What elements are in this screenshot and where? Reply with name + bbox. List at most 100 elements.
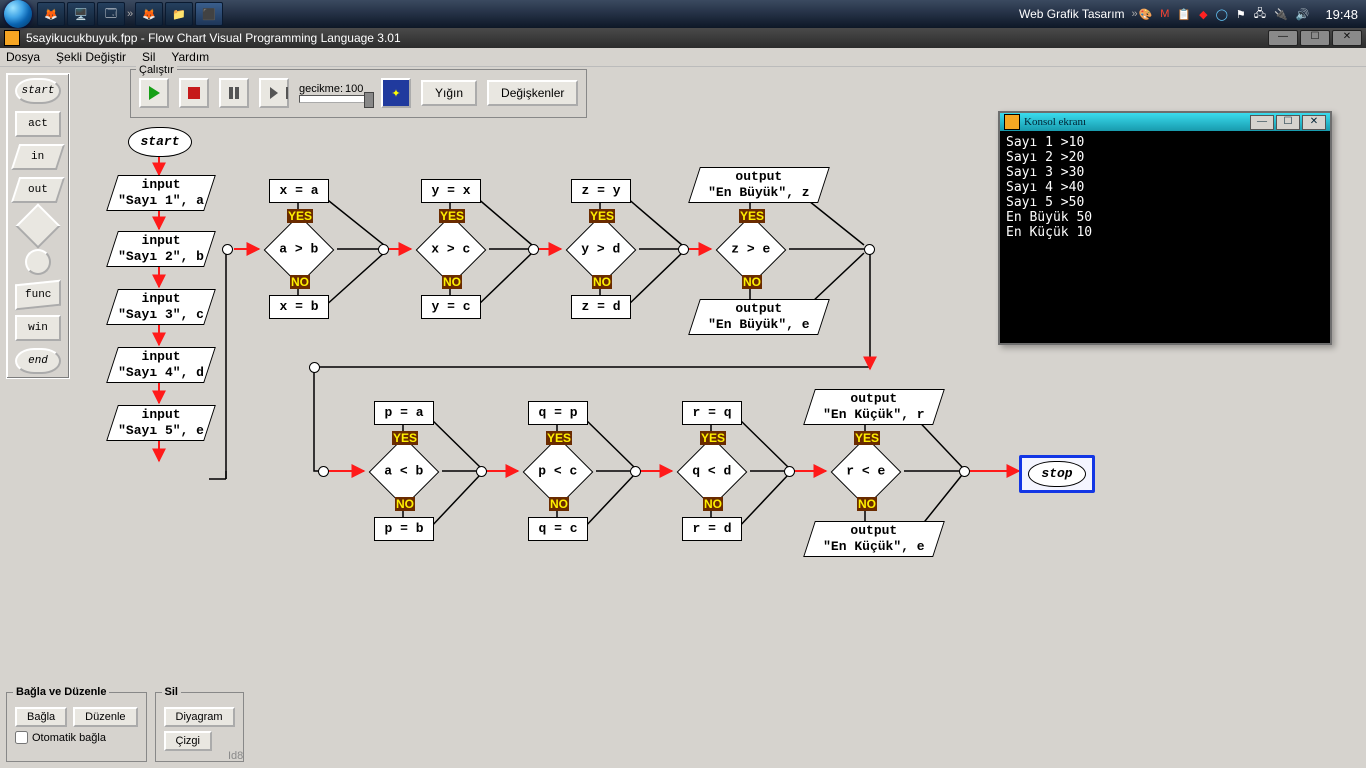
connector-dot[interactable]	[378, 244, 389, 255]
node-small-yes-3[interactable]: r = q	[682, 401, 742, 425]
run-legend: Çalıştır	[136, 64, 177, 76]
palette-win[interactable]: win	[15, 315, 61, 341]
tag-yes: YES	[546, 431, 572, 445]
node-input-1[interactable]: input"Sayı 1", a	[106, 175, 216, 211]
variables-button[interactable]: Değişkenler	[487, 80, 578, 106]
palette-start[interactable]: start	[15, 78, 61, 104]
window-close[interactable]: ✕	[1332, 30, 1362, 46]
console-icon	[1004, 114, 1020, 130]
connector-dot[interactable]	[476, 466, 487, 477]
taskbar-app-1[interactable]: 🦊	[37, 2, 65, 26]
connector-dot[interactable]	[959, 466, 970, 477]
node-big-yes-3[interactable]: z = y	[571, 179, 631, 203]
status-id: Id8	[228, 750, 243, 762]
palette-act[interactable]: act	[15, 111, 61, 137]
run-play-button[interactable]	[139, 78, 169, 108]
menu-sekli-degistir[interactable]: Şekli Değiştir	[56, 50, 126, 64]
menu-yardim[interactable]: Yardım	[171, 50, 209, 64]
window-title: 5sayikucukbuyuk.fpp - Flow Chart Visual …	[26, 31, 401, 45]
menu-dosya[interactable]: Dosya	[6, 50, 40, 64]
titlebar: 5sayikucukbuyuk.fpp - Flow Chart Visual …	[0, 28, 1366, 48]
connector-dot[interactable]	[528, 244, 539, 255]
node-small-no-2[interactable]: q = c	[528, 517, 588, 541]
node-big-yes-out[interactable]: output"En Büyük", z	[688, 167, 830, 203]
connector-dot[interactable]	[630, 466, 641, 477]
node-stop[interactable]: stop	[1019, 455, 1095, 493]
tray-icon-2[interactable]: M	[1160, 8, 1169, 20]
node-input-3[interactable]: input"Sayı 3", c	[106, 289, 216, 325]
node-big-no-3[interactable]: z = d	[571, 295, 631, 319]
taskbar-app-explorer[interactable]: 📁	[165, 2, 193, 26]
node-start[interactable]: start	[128, 127, 192, 157]
window-maximize[interactable]: ☐	[1300, 30, 1330, 46]
tray-icon-net[interactable]: 🖧	[1254, 5, 1266, 24]
console-titlebar[interactable]: Konsol ekranı — ☐ ✕	[1000, 113, 1330, 131]
tray-icon-4[interactable]: ◆	[1199, 8, 1207, 21]
stack-button[interactable]: Yığın	[421, 80, 477, 106]
taskbar-app-flowchart[interactable]: ⬛	[195, 2, 223, 26]
node-big-no-1[interactable]: x = b	[269, 295, 329, 319]
connector-dot[interactable]	[864, 244, 875, 255]
tag-yes: YES	[700, 431, 726, 445]
console-maximize[interactable]: ☐	[1276, 115, 1300, 130]
palette-in[interactable]: in	[11, 144, 65, 170]
node-small-yes-1[interactable]: p = a	[374, 401, 434, 425]
node-small-no-out[interactable]: output"En Küçük", e	[803, 521, 945, 557]
taskbar-app-3[interactable]: 🗔	[97, 2, 125, 26]
tray-icon-vol[interactable]: 🔊	[1296, 8, 1310, 21]
auto-connect-checkbox[interactable]: Otomatik bağla	[15, 731, 138, 744]
palette-func[interactable]: func	[15, 280, 61, 311]
console-body: Sayı 1 >10 Sayı 2 >20 Sayı 3 >30 Sayı 4 …	[1000, 131, 1330, 244]
palette-end[interactable]: end	[15, 348, 61, 374]
connector-dot[interactable]	[784, 466, 795, 477]
window-minimize[interactable]: —	[1268, 30, 1298, 46]
run-flag-button[interactable]: ✦	[381, 78, 411, 108]
delay-slider[interactable]	[299, 95, 371, 103]
node-big-no-2[interactable]: y = c	[421, 295, 481, 319]
taskbar-app-firefox[interactable]: 🦊	[135, 2, 163, 26]
duzenle-button[interactable]: Düzenle	[73, 707, 137, 727]
palette-out[interactable]: out	[11, 177, 65, 203]
delete-diagram-button[interactable]: Diyagram	[164, 707, 235, 727]
bagla-button[interactable]: Bağla	[15, 707, 67, 727]
auto-connect-input[interactable]	[15, 731, 28, 744]
connector-dot[interactable]	[309, 362, 320, 373]
node-small-no-3[interactable]: r = d	[682, 517, 742, 541]
menu-sil[interactable]: Sil	[142, 50, 155, 64]
connector-dot[interactable]	[678, 244, 689, 255]
connector-dot[interactable]	[318, 466, 329, 477]
c-line: Sayı 4 >40	[1006, 180, 1084, 195]
tray-icon-power[interactable]: 🔌	[1274, 8, 1288, 21]
node-small-yes-2[interactable]: q = p	[528, 401, 588, 425]
start-orb[interactable]	[4, 0, 32, 28]
node-input-2[interactable]: input"Sayı 2", b	[106, 231, 216, 267]
run-step-button[interactable]	[259, 78, 289, 108]
console-minimize[interactable]: —	[1250, 115, 1274, 130]
tray-icon-flag[interactable]: ⚑	[1236, 8, 1246, 21]
node-small-yes-out[interactable]: output"En Küçük", r	[803, 389, 945, 425]
node-small-no-1[interactable]: p = b	[374, 517, 434, 541]
palette-connector[interactable]	[25, 249, 51, 275]
tag-yes: YES	[739, 209, 765, 223]
run-stop-button[interactable]	[179, 78, 209, 108]
palette-decision[interactable]	[15, 203, 60, 248]
run-pause-button[interactable]	[219, 78, 249, 108]
tray-icon-1[interactable]: 🎨	[1139, 8, 1153, 21]
delete-line-button[interactable]: Çizgi	[164, 731, 212, 751]
connector-dot[interactable]	[222, 244, 233, 255]
console-window[interactable]: Konsol ekranı — ☐ ✕ Sayı 1 >10 Sayı 2 >2…	[998, 111, 1332, 345]
console-close[interactable]: ✕	[1302, 115, 1326, 130]
panel-legend: Bağla ve Düzenle	[13, 686, 109, 698]
node-big-yes-1[interactable]: x = a	[269, 179, 329, 203]
panel-legend: Sil	[162, 686, 181, 698]
taskbar-app-2[interactable]: 🖥️	[67, 2, 95, 26]
delay-value: 100	[345, 83, 363, 95]
taskbar-clock[interactable]: 19:48	[1317, 7, 1366, 22]
node-big-no-out[interactable]: output"En Büyük", e	[688, 299, 830, 335]
node-input-5[interactable]: input"Sayı 5", e	[106, 405, 216, 441]
app-icon	[4, 30, 20, 46]
node-big-yes-2[interactable]: y = x	[421, 179, 481, 203]
tray-icon-5[interactable]: ◯	[1216, 8, 1228, 21]
node-input-4[interactable]: input"Sayı 4", d	[106, 347, 216, 383]
tray-icon-3[interactable]: 📋	[1177, 8, 1191, 21]
